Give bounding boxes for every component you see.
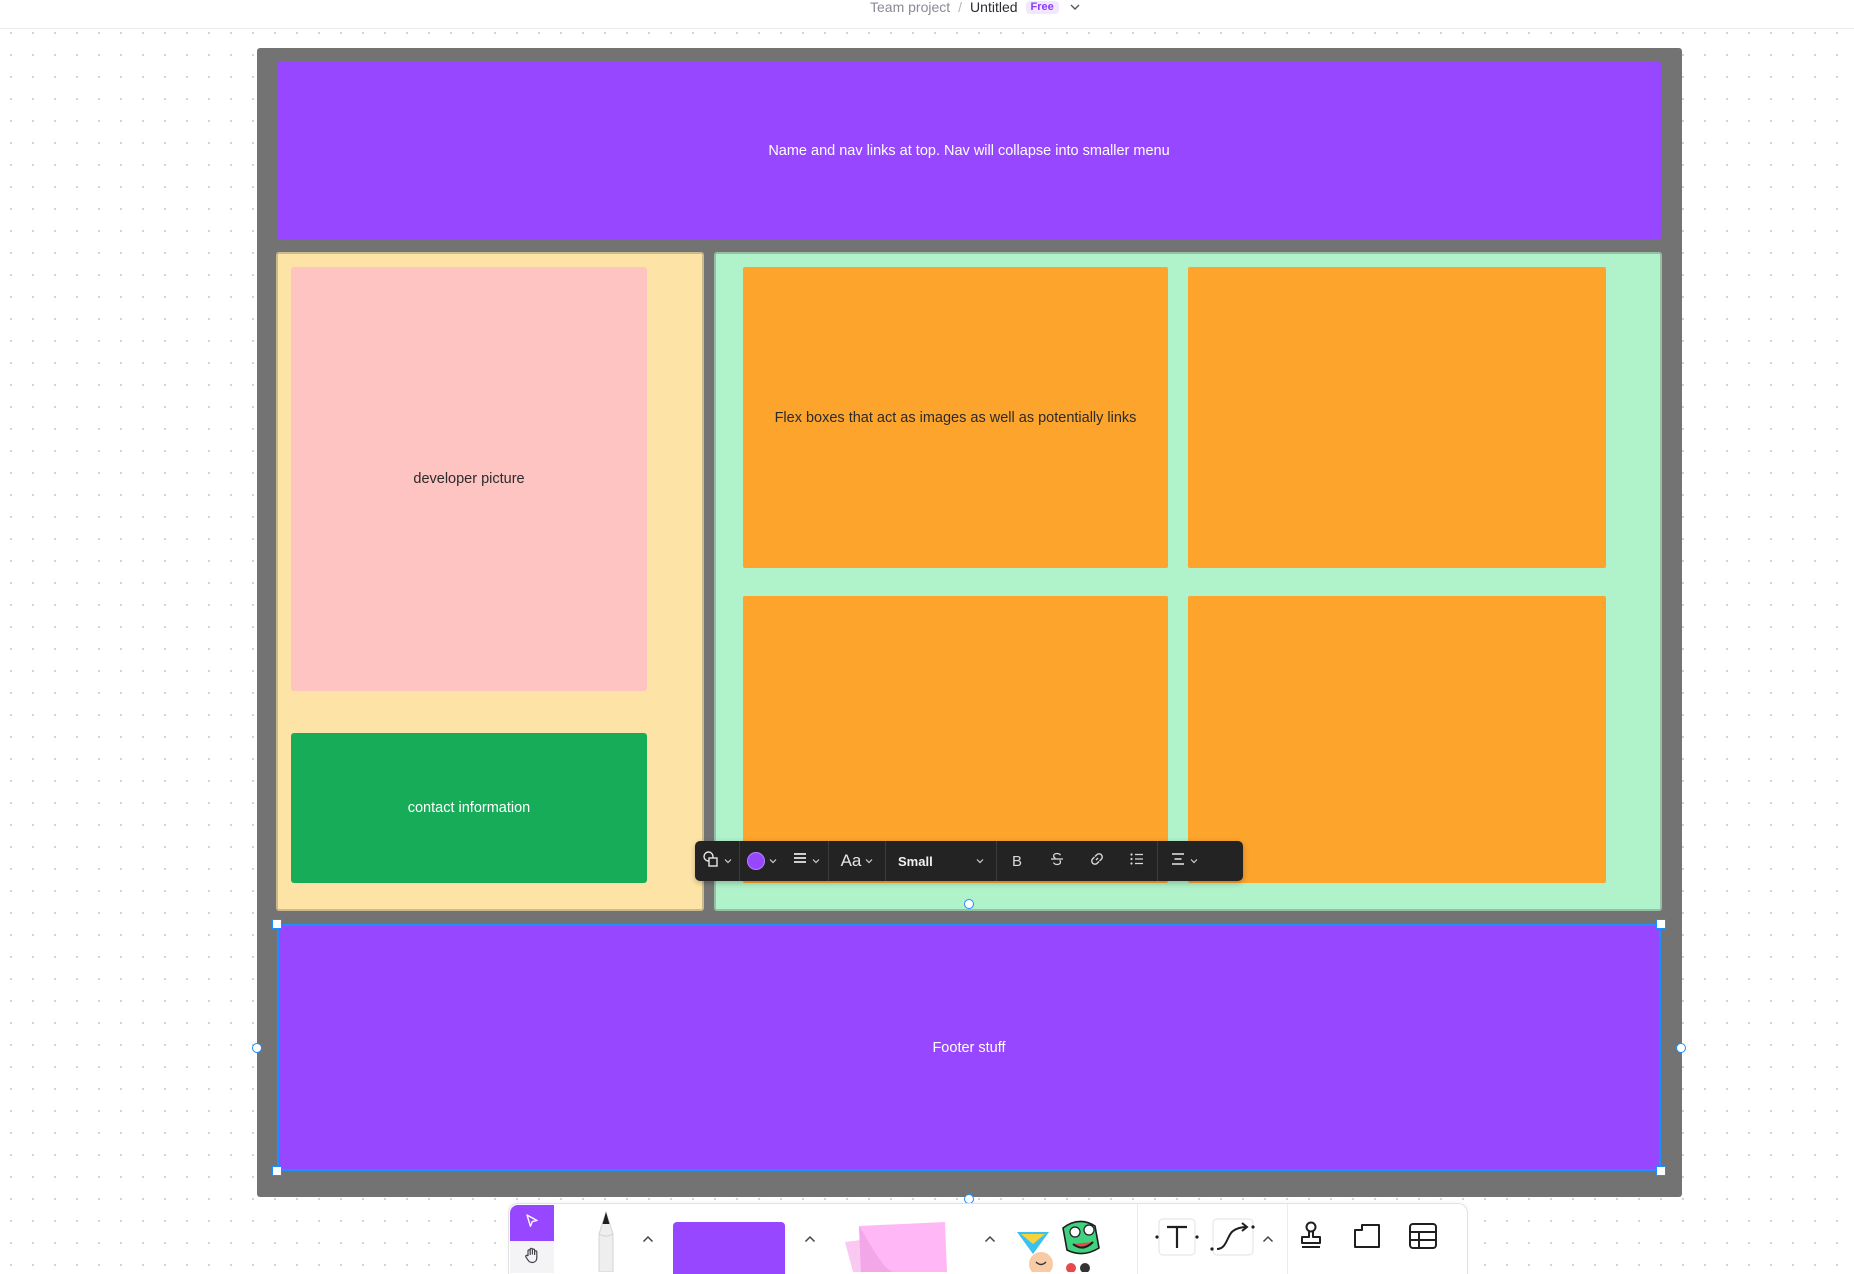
rotate-handle[interactable]: [964, 899, 974, 909]
chevron-down-icon: [865, 859, 873, 864]
text-size-dropdown[interactable]: Small: [886, 841, 996, 881]
table-tool-button[interactable]: [1403, 1218, 1443, 1258]
cursor-arrow-icon: [524, 1213, 540, 1234]
plan-badge: Free: [1025, 0, 1059, 14]
contact-information-text: contact information: [407, 800, 531, 816]
chevron-down-icon: [1190, 859, 1198, 864]
link-button[interactable]: [1077, 841, 1117, 881]
header-block[interactable]: Name and nav links at top. Nav will coll…: [277, 62, 1661, 239]
section-tool-button[interactable]: [1347, 1218, 1387, 1258]
footer-block-text: Footer stuff: [932, 1039, 1006, 1056]
shape-tool-options-chevron-up-icon[interactable]: [801, 1230, 819, 1248]
fill-color-button[interactable]: [740, 841, 784, 881]
align-lines-icon: [792, 852, 808, 871]
resize-handle-bottom-right[interactable]: [1656, 1166, 1666, 1176]
connector-tool-button[interactable]: [1209, 1217, 1257, 1261]
stickers-icon: [1013, 1216, 1113, 1274]
developer-picture-text: developer picture: [413, 471, 525, 487]
font-family-button[interactable]: Aa: [829, 841, 885, 881]
text-align-button[interactable]: [1158, 841, 1210, 881]
chevron-down-icon: [812, 859, 820, 864]
breadcrumb: Team project / Untitled Free: [870, 0, 1083, 14]
chevron-down-icon: [724, 859, 732, 864]
stamp-icon: [1298, 1221, 1324, 1256]
shape-tool-button[interactable]: [673, 1222, 785, 1274]
connector-options-chevron-up-icon[interactable]: [1259, 1230, 1277, 1248]
flexbox-tile-text: Flex boxes that act as images as well as…: [774, 409, 1137, 426]
stamp-tool-button[interactable]: [1291, 1218, 1331, 1258]
section-frame-icon: [1352, 1222, 1382, 1255]
footer-block-selected[interactable]: Footer stuff: [277, 924, 1661, 1171]
breadcrumb-team-project[interactable]: Team project: [870, 0, 950, 14]
flexbox-tile[interactable]: [743, 596, 1168, 883]
resize-handle-top-right[interactable]: [1656, 919, 1666, 929]
pen-tool-button[interactable]: [571, 1204, 641, 1274]
connector-arrow-icon: [1209, 1215, 1257, 1264]
sticky-note-tool-button[interactable]: [835, 1214, 977, 1274]
dock-divider: [1137, 1204, 1138, 1274]
text-size-value: Small: [898, 853, 933, 869]
pen-icon: [586, 1204, 626, 1274]
breadcrumb-separator: /: [958, 0, 963, 15]
format-toolbar: Aa Small B: [695, 841, 1243, 881]
chevron-down-icon: [976, 859, 984, 864]
file-menu-chevron-icon[interactable]: [1067, 1, 1083, 13]
sticky-note-icon: [835, 1214, 977, 1274]
text-t-icon: [1155, 1215, 1199, 1264]
top-bar: Team project / Untitled Free: [0, 0, 1854, 29]
hand-tool-button[interactable]: [510, 1241, 554, 1273]
stroke-style-button[interactable]: [784, 841, 828, 881]
contact-information-block[interactable]: contact information: [291, 733, 647, 883]
frame-connector-handle-left[interactable]: [252, 1043, 262, 1053]
frame-connector-handle-right[interactable]: [1676, 1043, 1686, 1053]
developer-picture-block[interactable]: developer picture: [291, 267, 647, 691]
list-icon: [1129, 852, 1145, 871]
shapes-icon: [702, 850, 720, 873]
strikethrough-icon: [1049, 851, 1065, 872]
strikethrough-button[interactable]: [1037, 841, 1077, 881]
fill-color-swatch: [747, 852, 765, 870]
link-icon: [1089, 851, 1105, 872]
resize-handle-top-left[interactable]: [272, 919, 282, 929]
select-tool-button[interactable]: [510, 1205, 554, 1241]
bold-label: B: [1011, 852, 1022, 870]
hand-icon: [523, 1246, 541, 1269]
bullet-list-button[interactable]: [1117, 841, 1157, 881]
flexbox-tile[interactable]: [1188, 267, 1606, 568]
header-block-text: Name and nav links at top. Nav will coll…: [768, 142, 1170, 159]
font-family-label: Aa: [840, 851, 862, 870]
dock-divider: [1287, 1204, 1288, 1274]
text-align-center-icon: [1170, 852, 1186, 871]
file-name[interactable]: Untitled: [970, 0, 1017, 14]
table-icon: [1408, 1222, 1438, 1255]
chevron-down-icon: [769, 859, 777, 864]
resize-handle-bottom-left[interactable]: [272, 1166, 282, 1176]
text-tool-button[interactable]: [1155, 1217, 1199, 1261]
bottom-toolbar: [508, 1203, 1468, 1274]
sticky-options-chevron-up-icon[interactable]: [981, 1230, 999, 1248]
shape-type-button[interactable]: [695, 841, 739, 881]
bold-button[interactable]: B: [997, 841, 1037, 881]
flexbox-tile[interactable]: [1188, 596, 1606, 883]
stickers-button[interactable]: [1013, 1216, 1113, 1274]
flexbox-tile[interactable]: Flex boxes that act as images as well as…: [743, 267, 1168, 568]
pen-tool-options-chevron-up-icon[interactable]: [639, 1230, 657, 1248]
